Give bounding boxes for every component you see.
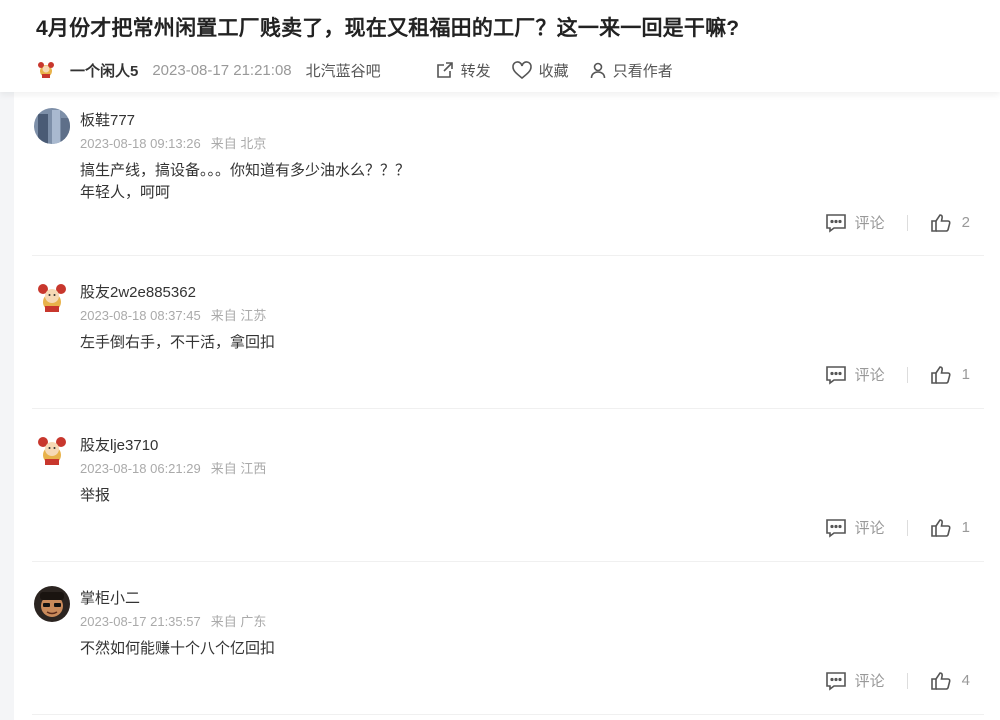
comment-text: 左手倒右手，不干活，拿回扣 [80,334,276,351]
like-count: 2 [961,214,970,231]
comment-username[interactable]: 板鞋777 [80,109,135,130]
thumbs-up-icon [930,213,951,232]
comment-reply-button[interactable]: 评论 [825,517,885,538]
thumbs-up-icon [930,365,951,384]
comment-reply-button[interactable]: 评论 [825,364,885,385]
user-avatar[interactable] [34,433,70,469]
user-avatar[interactable] [34,108,70,144]
comment-location: 江苏 [240,308,267,323]
comment-reply-label: 评论 [854,367,885,384]
comment-actions: 评论 4 [825,670,970,691]
post-date: 2023-08-17 21:21:08 [152,61,292,79]
like-button[interactable]: 1 [930,365,970,385]
comment-from-label: 来自 [210,461,237,476]
divider [906,214,908,231]
user-icon [590,62,605,79]
comment-reply-label: 评论 [854,520,885,537]
comment-meta: 2023-08-18 09:13:26 来自 北京 [80,133,266,152]
comment-reply-label: 评论 [854,215,885,232]
post-header: 4月份才把常州闲置工厂贱卖了，现在又租福田的工厂？这一来一回是干嘛? 一个闲人5… [0,0,1000,92]
forum-link[interactable]: 北汽蓝谷吧 [306,60,381,81]
only-author-label: 只看作者 [612,62,673,80]
like-button[interactable]: 1 [930,518,970,538]
comment-username[interactable]: 股友lje3710 [80,434,158,455]
comment-meta: 2023-08-18 08:37:45 来自 江苏 [80,305,266,324]
comment-item: 股友lje3710 2023-08-18 06:21:29 来自 江西 举报 评论… [32,409,984,562]
comment-from-label: 来自 [210,614,237,629]
like-count: 1 [961,366,970,383]
comment-text: 搞生产线，搞设备。。。你知道有多少油水么？？？ 年轻人，呵呵 [80,162,411,201]
divider [906,366,908,383]
like-button[interactable]: 4 [930,671,970,691]
comment-actions: 评论 1 [825,364,970,385]
heart-icon [511,61,532,80]
comment-reply-button[interactable]: 评论 [825,670,885,691]
favorite-label: 收藏 [538,62,569,80]
post-meta: 一个闲人5 2023-08-17 21:21:08 北汽蓝谷吧 转发 收藏 只看… [36,58,693,82]
comment-text: 举报 [80,487,111,504]
author-name[interactable]: 一个闲人5 [70,60,138,81]
comment-item: 股友2w2e885362 2023-08-18 08:37:45 来自 江苏 左手… [32,256,984,409]
comment-list: 板鞋777 2023-08-18 09:13:26 来自 北京 搞生产线，搞设备。… [32,92,984,715]
comment-text: 不然如何能赚十个八个亿回扣 [80,640,276,657]
only-author-button[interactable]: 只看作者 [589,60,673,81]
share-button[interactable]: 转发 [435,60,491,81]
comment-item: 掌柜小二 2023-08-17 21:35:57 来自 广东 不然如何能赚十个八个… [32,562,984,715]
thumbs-up-icon [930,518,951,537]
comment-from-label: 来自 [210,136,237,151]
author-avatar[interactable] [36,60,56,80]
divider [906,519,908,536]
comment-icon [825,518,846,538]
like-count: 4 [961,672,970,689]
comment-actions: 评论 2 [825,212,970,233]
user-avatar[interactable] [34,586,70,622]
share-label: 转发 [460,62,491,80]
comment-location: 江西 [240,461,267,476]
comment-date: 2023-08-18 08:37:45 [80,308,201,323]
comment-location: 北京 [240,136,267,151]
comment-icon [825,213,846,233]
favorite-button[interactable]: 收藏 [511,60,569,81]
share-icon [436,62,453,78]
like-count: 1 [961,519,970,536]
left-gutter [0,92,14,720]
user-avatar[interactable] [34,280,70,316]
comment-meta: 2023-08-17 21:35:57 来自 广东 [80,611,266,630]
comment-icon [825,365,846,385]
thumbs-up-icon [930,671,951,690]
comment-item: 板鞋777 2023-08-18 09:13:26 来自 北京 搞生产线，搞设备。… [32,92,984,256]
comment-from-label: 来自 [210,308,237,323]
comment-icon [825,671,846,691]
comment-date: 2023-08-18 06:21:29 [80,461,201,476]
comment-date: 2023-08-18 09:13:26 [80,136,201,151]
comment-username[interactable]: 掌柜小二 [80,587,140,608]
comment-reply-label: 评论 [854,673,885,690]
post-title: 4月份才把常州闲置工厂贱卖了，现在又租福田的工厂？这一来一回是干嘛? [36,17,740,40]
comment-location: 广东 [240,614,267,629]
comment-username[interactable]: 股友2w2e885362 [80,281,196,302]
comment-date: 2023-08-17 21:35:57 [80,614,201,629]
comment-reply-button[interactable]: 评论 [825,212,885,233]
comment-actions: 评论 1 [825,517,970,538]
comment-meta: 2023-08-18 06:21:29 来自 江西 [80,458,266,477]
like-button[interactable]: 2 [930,213,970,233]
divider [906,672,908,689]
